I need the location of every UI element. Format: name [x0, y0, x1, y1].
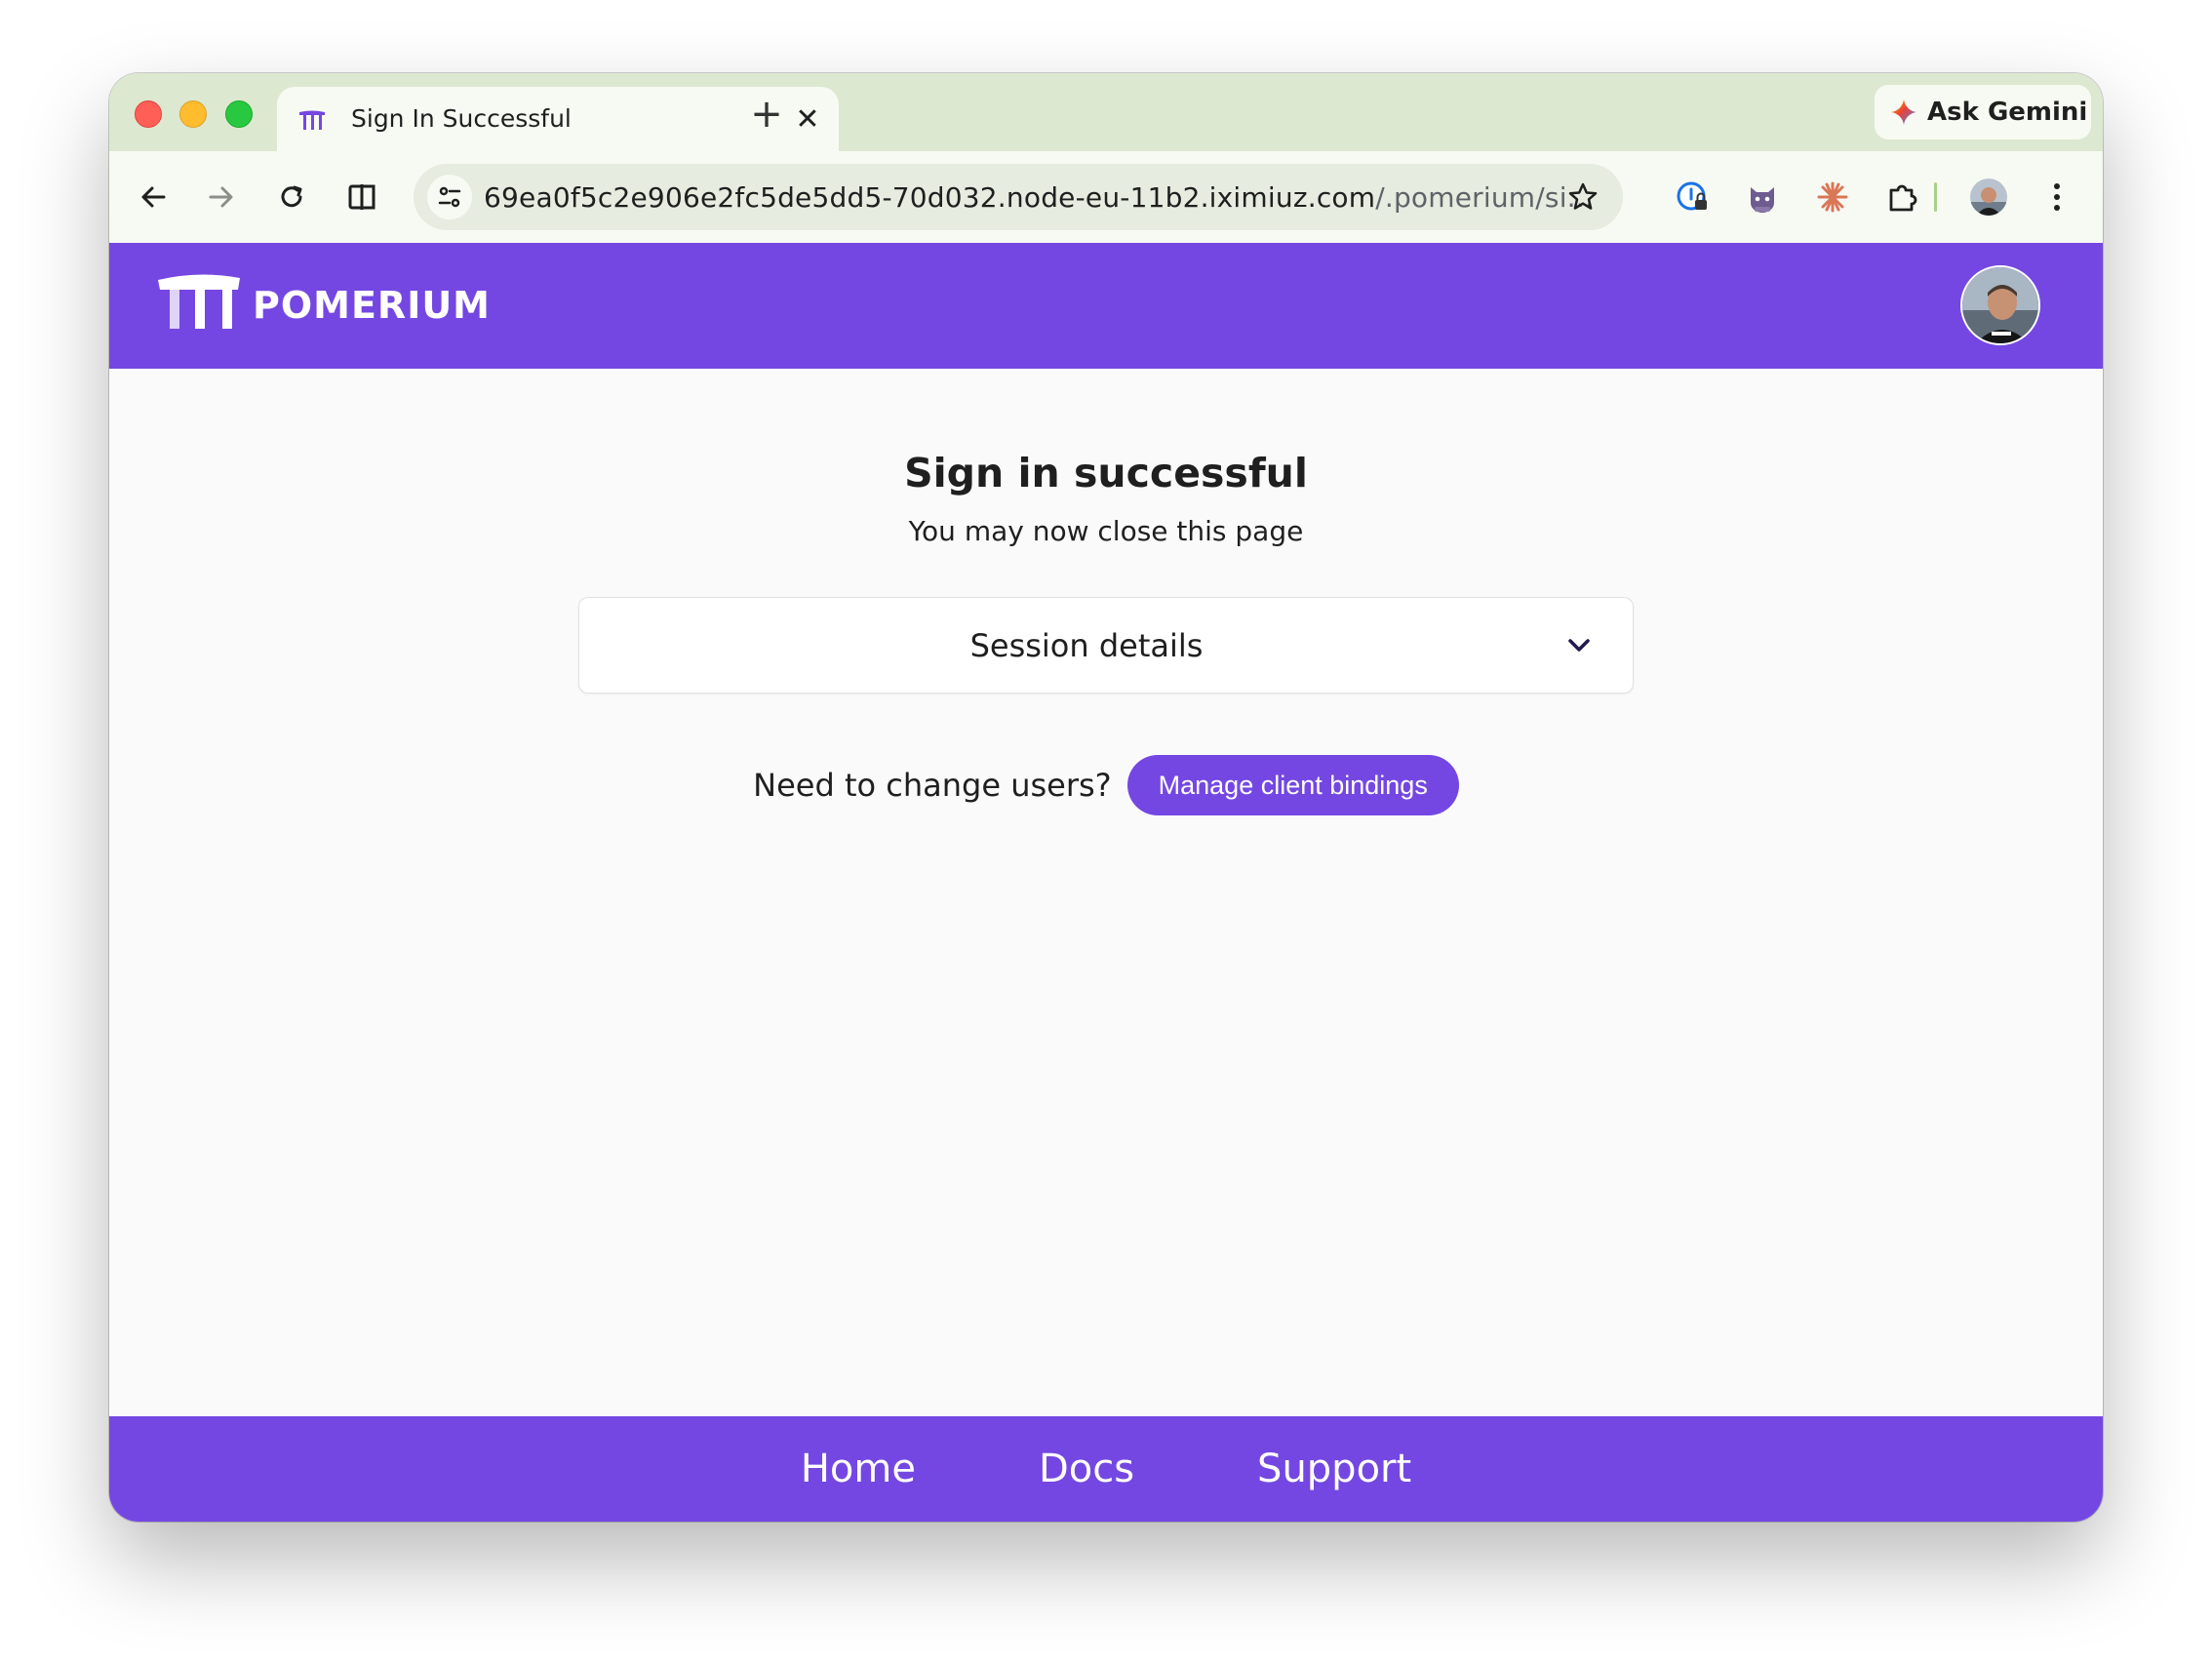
puzzle-piece-icon[interactable]	[1880, 175, 1925, 219]
kebab-menu-icon[interactable]	[2034, 175, 2079, 219]
star-icon[interactable]	[1560, 175, 1605, 219]
tab-title: Sign In Successful	[351, 104, 572, 133]
split-view-icon[interactable]	[339, 175, 384, 219]
pomerium-wordmark[interactable]: POMERIUM	[253, 284, 491, 327]
toolbar-divider	[1934, 182, 1937, 212]
session-details-accordion[interactable]: Session details	[578, 597, 1634, 694]
claude-extension-icon[interactable]	[1810, 175, 1855, 219]
session-details-label: Session details	[969, 627, 1204, 664]
minimize-window-button[interactable]	[179, 100, 207, 128]
reload-icon[interactable]	[269, 175, 314, 219]
user-avatar[interactable]	[1960, 265, 2040, 345]
profile-avatar[interactable]	[1970, 178, 2007, 216]
password-manager-icon[interactable]	[1670, 175, 1715, 219]
ask-gemini-label: Ask Gemini	[1927, 98, 2088, 127]
gemini-sparkle-icon	[1891, 99, 1916, 125]
change-users-row: Need to change users? Manage client bind…	[109, 754, 2103, 816]
pomerium-logo-icon[interactable]	[154, 270, 244, 333]
forward-arrow-icon[interactable]	[199, 175, 244, 219]
browser-window: Sign In Successful ✕ + Ask Gemini 69ea0f…	[109, 73, 2103, 1522]
site-settings-icon[interactable]	[427, 175, 472, 219]
maximize-window-button[interactable]	[225, 100, 253, 128]
manage-client-bindings-button[interactable]: Manage client bindings	[1126, 755, 1459, 815]
close-window-button[interactable]	[135, 100, 162, 128]
back-arrow-icon[interactable]	[131, 175, 176, 219]
page-subtitle: You may now close this page	[908, 515, 1304, 547]
pomerium-favicon-icon	[299, 110, 325, 130]
tab-strip: Sign In Successful ✕ + Ask Gemini	[109, 73, 2103, 155]
page-title: Sign in successful	[904, 450, 1308, 496]
url-host: 69ea0f5c2e906e2fc5de5dd5-70d032.node-eu-…	[484, 181, 1376, 214]
footer-link-support[interactable]: Support	[1257, 1447, 1411, 1491]
change-users-text: Need to change users?	[753, 767, 1112, 804]
address-bar[interactable]: 69ea0f5c2e906e2fc5de5dd5-70d032.node-eu-…	[414, 164, 1623, 230]
pomerium-footer: Home Docs Support	[109, 1416, 2103, 1522]
pomerium-header: POMERIUM	[109, 243, 2103, 369]
chevron-down-icon[interactable]	[1564, 631, 1594, 660]
footer-link-home[interactable]: Home	[801, 1447, 916, 1491]
close-tab-icon[interactable]: ✕	[792, 104, 823, 136]
cat-extension-icon[interactable]	[1740, 175, 1785, 219]
new-tab-button[interactable]: +	[747, 95, 786, 134]
ask-gemini-button[interactable]: Ask Gemini	[1875, 85, 2091, 139]
footer-link-docs[interactable]: Docs	[1039, 1447, 1134, 1491]
url-text: 69ea0f5c2e906e2fc5de5dd5-70d032.node-eu-…	[484, 181, 1594, 214]
browser-toolbar: 69ea0f5c2e906e2fc5de5dd5-70d032.node-eu-…	[109, 151, 2103, 243]
